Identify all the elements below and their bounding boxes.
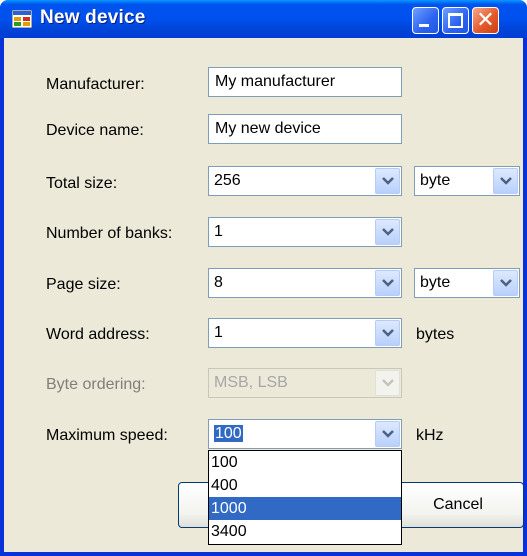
title-bar[interactable]: New device ✕ xyxy=(0,0,527,38)
total-size-value: 256 xyxy=(214,172,241,189)
chevron-down-icon xyxy=(382,430,394,438)
dropdown-option[interactable]: 3400 xyxy=(209,520,401,543)
dropdown-option[interactable]: 400 xyxy=(209,474,401,497)
chevron-down-icon xyxy=(500,279,512,287)
byte-ordering-combo: MSB, LSB xyxy=(208,368,402,398)
page-size-dropdown-button[interactable] xyxy=(375,270,400,296)
close-icon: ✕ xyxy=(476,8,495,33)
chevron-down-icon xyxy=(382,379,394,387)
total-size-label: Total size: xyxy=(46,175,118,192)
chevron-down-icon xyxy=(382,177,394,185)
maximum-speed-selected-text: 100 xyxy=(214,425,243,442)
chevron-down-icon xyxy=(382,279,394,287)
minimize-icon xyxy=(419,24,429,27)
cancel-button[interactable]: Cancel xyxy=(392,482,524,528)
total-size-unit-combo[interactable]: byte xyxy=(414,166,520,196)
page-size-unit-dropdown-button[interactable] xyxy=(493,270,518,296)
word-address-value: 1 xyxy=(214,324,223,341)
page-size-unit-combo[interactable]: byte xyxy=(414,268,520,298)
chevron-down-icon xyxy=(500,177,512,185)
maximize-button[interactable] xyxy=(442,7,469,34)
chevron-down-icon xyxy=(382,228,394,236)
page-size-value: 8 xyxy=(214,274,223,291)
total-size-combo[interactable]: 256 xyxy=(208,166,402,196)
word-address-unit: bytes xyxy=(416,326,455,343)
byte-ordering-label: Byte ordering: xyxy=(46,376,146,393)
total-size-unit-dropdown-button[interactable] xyxy=(493,168,518,194)
byte-ordering-dropdown-button xyxy=(375,370,400,396)
device-name-label: Device name: xyxy=(46,122,144,139)
number-of-banks-value: 1 xyxy=(214,223,223,240)
total-size-unit-value: byte xyxy=(420,172,451,189)
word-address-dropdown-button[interactable] xyxy=(375,320,400,346)
maximum-speed-label: Maximum speed: xyxy=(46,427,168,444)
maximum-speed-value[interactable]: 100 xyxy=(214,420,243,448)
maximize-icon xyxy=(448,13,463,28)
maximum-speed-combo[interactable]: 100 xyxy=(208,419,402,449)
number-of-banks-dropdown-button[interactable] xyxy=(375,219,400,245)
page-size-combo[interactable]: 8 xyxy=(208,268,402,298)
maximum-speed-dropdown-button[interactable] xyxy=(375,421,400,447)
total-size-dropdown-button[interactable] xyxy=(375,168,400,194)
app-window-icon xyxy=(12,10,32,28)
page-size-unit-value: byte xyxy=(420,274,451,291)
dropdown-option-highlighted[interactable]: 1000 xyxy=(209,497,401,520)
word-address-label: Word address: xyxy=(46,326,150,343)
word-address-combo[interactable]: 1 xyxy=(208,318,402,348)
number-of-banks-label: Number of banks: xyxy=(46,225,173,242)
byte-ordering-value: MSB, LSB xyxy=(214,374,288,391)
device-name-field[interactable]: My new device xyxy=(208,114,402,144)
page-size-label: Page size: xyxy=(46,276,121,293)
chevron-down-icon xyxy=(382,329,394,337)
close-button[interactable]: ✕ xyxy=(472,7,499,34)
manufacturer-label: Manufacturer: xyxy=(46,76,145,93)
maximum-speed-dropdown-list: 100 400 1000 3400 xyxy=(208,450,402,545)
manufacturer-field[interactable]: My manufacturer xyxy=(208,67,402,97)
minimize-button[interactable] xyxy=(412,7,439,34)
window-title: New device xyxy=(40,7,146,28)
dropdown-option[interactable]: 100 xyxy=(209,451,401,474)
number-of-banks-combo[interactable]: 1 xyxy=(208,217,402,247)
maximum-speed-unit: kHz xyxy=(416,427,444,444)
new-device-dialog: New device ✕ Manufacturer: My manufactur… xyxy=(0,0,527,556)
